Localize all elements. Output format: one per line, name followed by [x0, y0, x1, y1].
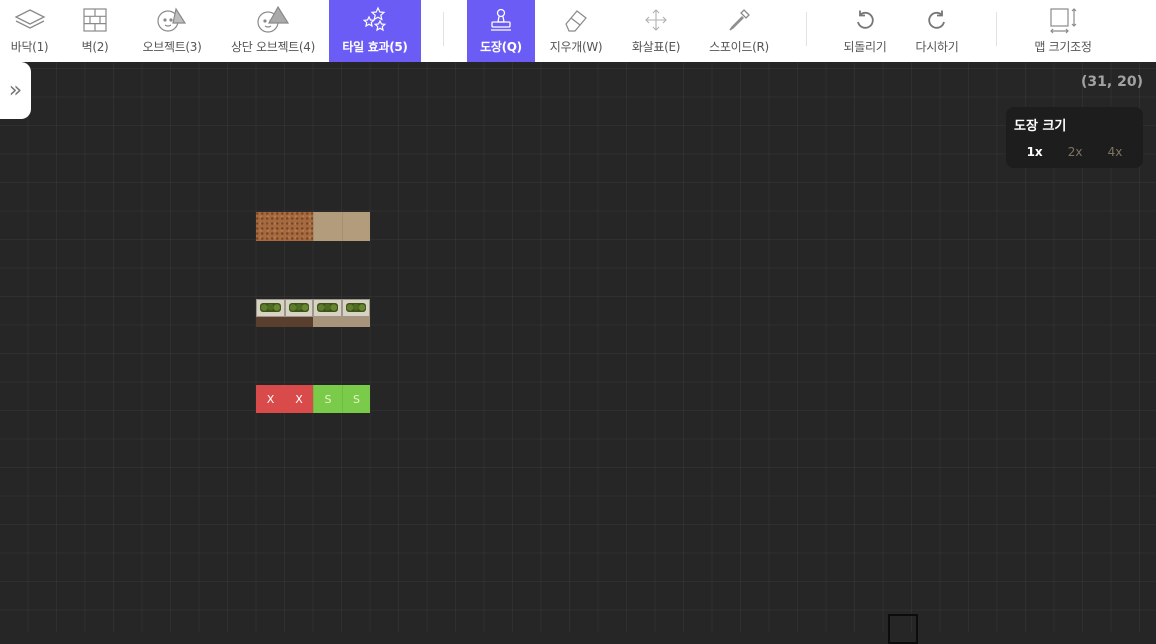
tile-effect-block[interactable]: X [285, 385, 313, 413]
stamp-size-title: 도장 크기 [1014, 119, 1067, 134]
toolbar: 바닥(1) 벽(2) 오브젝트(3) 상단 오브젝트(4) 타일 효과(5) 도… [0, 0, 1156, 63]
resize-map-icon [1047, 5, 1079, 35]
toolbar-divider [443, 12, 444, 46]
object-character-icon [155, 5, 189, 35]
spawn-marker-label: S [353, 392, 360, 406]
spawn-marker-label: S [324, 392, 332, 406]
eraser-tool-label: 지우개(W) [549, 40, 603, 54]
eyedropper-tool-label: 스포이드(R) [709, 40, 769, 54]
layer-tile-effect-label: 타일 효과(5) [342, 40, 408, 54]
block-marker-label: X [266, 392, 275, 406]
eyedropper-tool-button[interactable]: 스포이드(R) [701, 0, 777, 62]
map-tile-bush[interactable] [285, 299, 313, 317]
stamp-tool-button[interactable]: 도장(Q) [467, 0, 535, 62]
stars-effect-icon [360, 5, 390, 35]
layer-top-object-label: 상단 오브젝트(4) [230, 40, 316, 54]
layer-object-button[interactable]: 오브젝트(3) [131, 0, 213, 62]
stamp-size-2x[interactable]: 2x [1062, 145, 1089, 159]
stamp-size-panel: 도장 크기 1x 2x 4x [1006, 107, 1143, 168]
toolbar-divider [996, 12, 997, 46]
map-tile-sand[interactable] [313, 212, 342, 241]
map-canvas[interactable] [0, 62, 1156, 632]
double-chevron-right-icon: » [8, 78, 23, 103]
move-arrows-icon [643, 5, 669, 35]
stamp-tool-label: 도장(Q) [480, 40, 522, 54]
layer-object-label: 오브젝트(3) [142, 40, 202, 54]
resize-map-label: 맵 크기조정 [1034, 40, 1092, 54]
layer-tile-effect-button[interactable]: 타일 효과(5) [329, 0, 421, 62]
toolbar-divider [806, 12, 807, 46]
redo-label: 다시하기 [915, 40, 959, 54]
map-tile-sand[interactable] [342, 212, 370, 241]
arrow-tool-label: 화살표(E) [631, 40, 681, 54]
arrow-tool-button[interactable]: 화살표(E) [621, 0, 691, 62]
redo-icon [925, 5, 949, 35]
tile-cursor-highlight [888, 614, 918, 644]
map-tile-brick[interactable] [256, 212, 313, 241]
stamp-size-options: 1x 2x 4x [1014, 145, 1135, 159]
layer-top-object-button[interactable]: 상단 오브젝트(4) [225, 0, 321, 62]
floor-layers-icon [13, 5, 47, 35]
cursor-coordinates: (31, 20) [1081, 74, 1143, 90]
undo-button[interactable]: 되돌리기 [836, 0, 894, 62]
tile-effect-block[interactable]: X [256, 385, 285, 413]
redo-button[interactable]: 다시하기 [908, 0, 966, 62]
map-tile-bush[interactable] [313, 299, 342, 317]
undo-label: 되돌리기 [843, 40, 887, 54]
stamp-icon [488, 5, 514, 35]
tile-effect-spawn[interactable]: S [313, 385, 342, 413]
tile-effect-spawn[interactable]: S [342, 385, 370, 413]
layer-wall-label: 벽(2) [81, 40, 109, 54]
map-tile-bush[interactable] [256, 299, 285, 317]
eyedropper-icon [726, 5, 752, 35]
layer-floor-label: 바닥(1) [10, 40, 49, 54]
undo-icon [853, 5, 877, 35]
stamp-size-1x[interactable]: 1x [1021, 145, 1049, 159]
map-tile-dirt[interactable] [256, 317, 313, 327]
panel-toggle-button[interactable]: » [0, 62, 31, 119]
eraser-icon [562, 5, 590, 35]
map-tile-tan[interactable] [313, 317, 370, 327]
block-marker-label: X [295, 392, 303, 406]
layer-floor-button[interactable]: 바닥(1) [0, 0, 59, 62]
top-object-character-icon [256, 5, 290, 35]
stamp-size-4x[interactable]: 4x [1102, 145, 1129, 159]
brick-wall-icon [82, 5, 108, 35]
eraser-tool-button[interactable]: 지우개(W) [541, 0, 611, 62]
map-tile-bush[interactable] [342, 299, 370, 317]
resize-map-button[interactable]: 맵 크기조정 [1026, 0, 1100, 62]
layer-wall-button[interactable]: 벽(2) [63, 0, 127, 62]
